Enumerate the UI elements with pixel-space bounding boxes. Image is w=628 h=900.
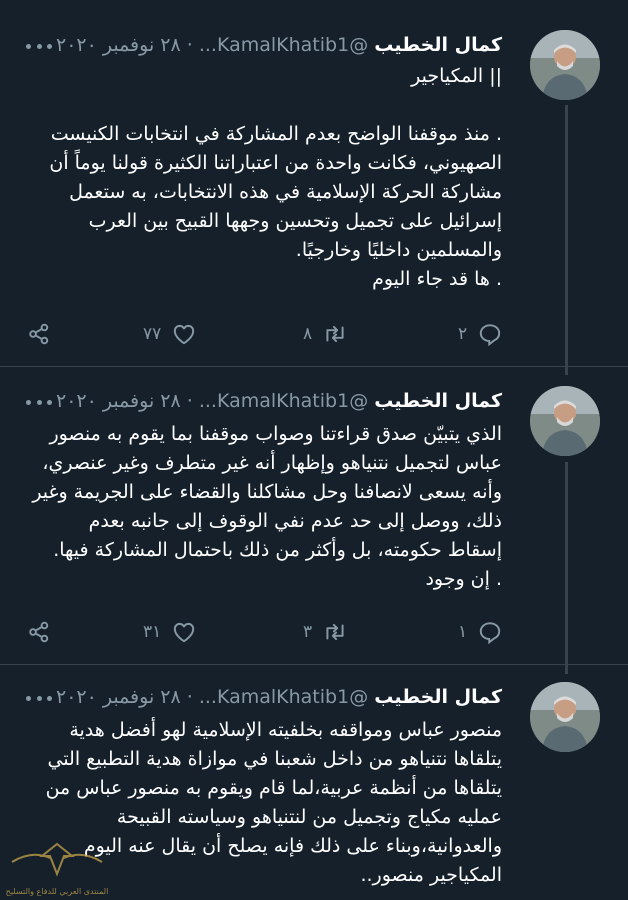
avatar-photo (530, 30, 600, 100)
reply-count: ٢ (458, 324, 468, 344)
forum-watermark: المنتدى العربي للدفاع والتسليح (2, 836, 112, 896)
retweet-count: ٣ (303, 622, 313, 642)
separator-dot: · (186, 390, 193, 412)
retweet-icon (326, 623, 344, 641)
tweet-text: الذي يتبيّن صدق قراءتنا وصواب موقفنا بما… (32, 423, 502, 590)
tweet-divider (0, 366, 628, 367)
tweet-text: || المكياجير . منذ موقفنا الواضح بعدم ال… (49, 65, 502, 290)
heart-icon (174, 622, 195, 643)
separator-dot: · (186, 686, 193, 708)
user-handle[interactable]: @KamalKhatib1... (199, 34, 368, 56)
reply-button[interactable]: ١ (458, 618, 503, 646)
retweet-button[interactable]: ٣ (303, 618, 348, 646)
reply-button[interactable]: ٢ (458, 320, 503, 348)
avatar-photo (530, 386, 600, 456)
tweet-date[interactable]: ٢٨ نوفمبر ٢٠٢٠ (56, 686, 181, 708)
user-handle[interactable]: @KamalKhatib1... (199, 390, 368, 412)
separator-dot: · (186, 34, 193, 56)
share-button[interactable] (26, 618, 52, 646)
tweet-date[interactable]: ٢٨ نوفمبر ٢٠٢٠ (56, 34, 181, 56)
avatar[interactable] (530, 386, 600, 456)
share-icon (29, 323, 49, 345)
avatar-photo (530, 682, 600, 752)
retweet-count: ٨ (303, 324, 313, 344)
reply-icon (479, 324, 501, 347)
like-count: ٧٧ (143, 324, 162, 344)
share-icon (29, 621, 49, 643)
retweet-button[interactable]: ٨ (303, 320, 348, 348)
avatar[interactable] (530, 682, 600, 752)
reply-icon (479, 622, 501, 645)
user-handle[interactable]: @KamalKhatib1... (199, 686, 368, 708)
display-name[interactable]: كمال الخطيب (374, 390, 502, 412)
tweet-date[interactable]: ٢٨ نوفمبر ٢٠٢٠ (56, 390, 181, 412)
avatar[interactable] (530, 30, 600, 100)
display-name[interactable]: كمال الخطيب (374, 686, 502, 708)
watermark-text: المنتدى العربي للدفاع والتسليح (5, 887, 109, 896)
retweet-icon (326, 325, 344, 343)
heart-icon (174, 324, 195, 345)
tweet-actions: ٢ ٨ ٧٧ (0, 320, 628, 348)
reply-count: ١ (458, 622, 468, 642)
like-count: ٣١ (143, 622, 162, 642)
like-button[interactable]: ٧٧ (143, 320, 197, 348)
more-dots-icon[interactable] (26, 36, 52, 56)
tweet-header: كمال الخطيب @KamalKhatib1... · ٢٨ نوفمبر… (56, 30, 502, 60)
tweet-actions: ١ ٣ ٣١ (0, 618, 628, 646)
tweet-header: كمال الخطيب @KamalKhatib1... · ٢٨ نوفمبر… (56, 386, 502, 416)
eagle-logo-icon (11, 842, 103, 877)
tweet-header: كمال الخطيب @KamalKhatib1... · ٢٨ نوفمبر… (56, 682, 502, 712)
more-dots-icon[interactable] (26, 688, 52, 708)
share-button[interactable] (26, 320, 52, 348)
more-dots-icon[interactable] (26, 392, 52, 412)
tweet-divider (0, 664, 628, 665)
display-name[interactable]: كمال الخطيب (374, 34, 502, 56)
like-button[interactable]: ٣١ (143, 618, 197, 646)
